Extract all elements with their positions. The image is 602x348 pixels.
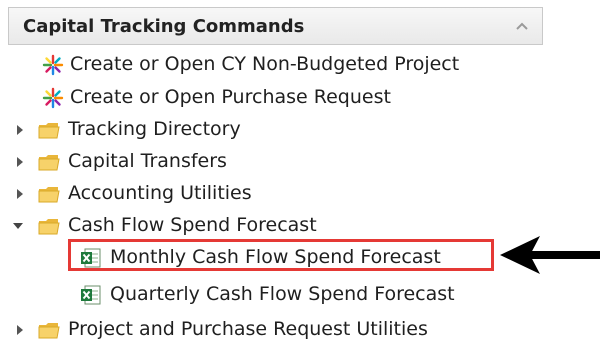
expand-arrow-icon[interactable] — [14, 155, 26, 169]
tree-item-cy-non-budgeted-project[interactable]: Create or Open CY Non-Budgeted Project — [0, 50, 560, 80]
expand-arrow-icon[interactable] — [14, 323, 26, 337]
expand-arrow-icon[interactable] — [14, 123, 26, 137]
folder-icon — [38, 319, 60, 341]
capital-tracking-panel: Capital Tracking Commands Create or Open… — [0, 0, 602, 348]
tree-item-capital-transfers[interactable]: Capital Transfers — [0, 147, 560, 177]
collapse-arrow-icon[interactable] — [12, 219, 24, 233]
folder-icon — [38, 151, 60, 173]
tree-item-accounting-utilities[interactable]: Accounting Utilities — [0, 179, 560, 209]
tree-item-label: Capital Transfers — [68, 150, 227, 172]
excel-icon — [80, 284, 102, 306]
folder-icon — [38, 183, 60, 205]
tree-item-label: Create or Open Purchase Request — [70, 86, 391, 108]
tree-item-monthly-cash-flow-spend-forecast[interactable]: Monthly Cash Flow Spend Forecast — [0, 243, 560, 273]
tree-item-label: Cash Flow Spend Forecast — [68, 214, 317, 236]
chevron-up-icon[interactable] — [514, 19, 530, 33]
spark-icon — [42, 87, 64, 109]
tree-item-label: Quarterly Cash Flow Spend Forecast — [110, 283, 455, 305]
panel-title: Capital Tracking Commands — [23, 16, 305, 37]
tree-item-label: Tracking Directory — [68, 118, 241, 140]
tree-item-label: Project and Purchase Request Utilities — [68, 318, 428, 340]
tree-item-project-purchase-request-utilities[interactable]: Project and Purchase Request Utilities — [0, 315, 560, 345]
tree-item-label: Create or Open CY Non-Budgeted Project — [70, 53, 460, 75]
panel-header[interactable]: Capital Tracking Commands — [8, 7, 543, 45]
pointer-arrow-icon — [500, 236, 600, 274]
folder-icon — [38, 215, 60, 237]
excel-icon — [80, 247, 102, 269]
spark-icon — [42, 54, 64, 76]
expand-arrow-icon[interactable] — [14, 187, 26, 201]
tree-item-quarterly-cash-flow-spend-forecast[interactable]: Quarterly Cash Flow Spend Forecast — [0, 280, 560, 310]
tree-item-tracking-directory[interactable]: Tracking Directory — [0, 115, 560, 145]
tree-item-label: Accounting Utilities — [68, 182, 252, 204]
folder-icon — [38, 119, 60, 141]
tree-item-label: Monthly Cash Flow Spend Forecast — [110, 246, 441, 268]
tree-item-purchase-request[interactable]: Create or Open Purchase Request — [0, 83, 560, 113]
tree-item-cash-flow-spend-forecast[interactable]: Cash Flow Spend Forecast — [0, 211, 560, 241]
